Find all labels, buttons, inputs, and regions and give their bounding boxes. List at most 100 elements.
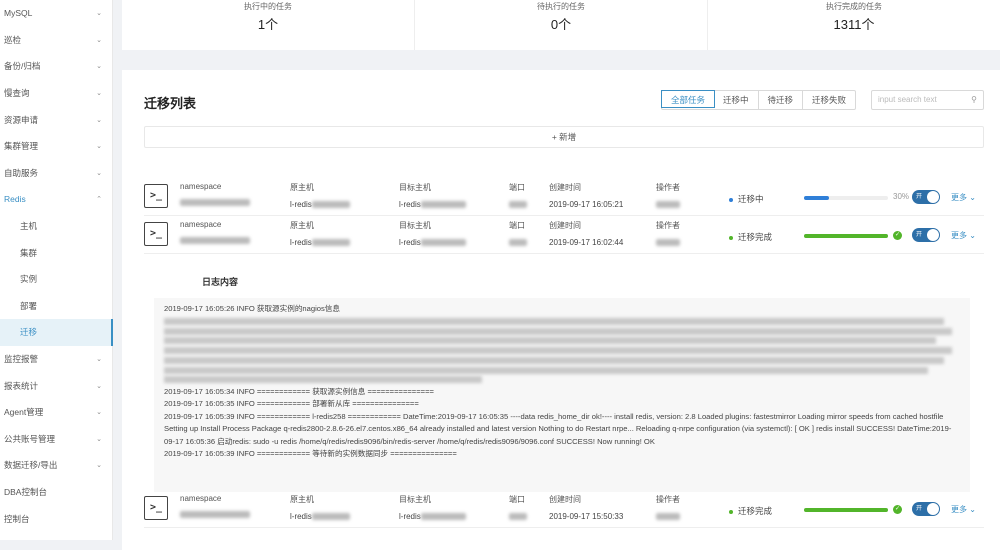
stat-done: 执行完成的任务 1311个	[708, 0, 1000, 50]
sidebar-item-label: 备份/归档	[4, 61, 41, 72]
stat-label: 执行中的任务	[244, 2, 292, 11]
sidebar-item-label: DBA控制台	[4, 486, 47, 497]
blurred-value	[656, 201, 680, 209]
sidebar-item[interactable]: 集群管理 ⌄	[0, 133, 112, 160]
blurred-value	[420, 513, 466, 521]
toggle-switch[interactable]: 开	[912, 228, 940, 242]
more-dropdown[interactable]: 更多 ⌄	[951, 192, 976, 203]
sidebar-item[interactable]: Agent管理 ⌄	[0, 399, 112, 426]
sidebar-item[interactable]: 监控报警 ⌄	[0, 346, 112, 373]
status-dot	[729, 197, 733, 202]
log-line: 2019-09-17 16:05:26 INFO 获取源实例的nagios信息	[164, 304, 340, 313]
sidebar-item[interactable]: 慢查询 ⌄	[0, 80, 112, 107]
stat-pending: 待执行的任务 0个	[415, 0, 708, 50]
sidebar-item[interactable]: DBA控制台	[0, 479, 112, 506]
check-icon: ✓	[893, 505, 902, 514]
blurred-log-line	[164, 347, 953, 355]
chevron-icon: ⌄	[96, 90, 102, 98]
dst-host-col: 目标主机 l-redis	[399, 220, 466, 247]
blurred-value	[180, 237, 250, 245]
status-dot	[729, 235, 733, 240]
created-col: 创建时间 2019-09-17 15:50:33	[549, 494, 623, 521]
sidebar-item-label: 资源申请	[4, 114, 39, 125]
sidebar-item-label: MySQL	[4, 8, 33, 19]
progress-percent: 30%	[893, 192, 910, 201]
add-button[interactable]: + 新增	[144, 126, 984, 148]
sidebar-item[interactable]: 资源申请 ⌄	[0, 106, 112, 133]
more-dropdown[interactable]: 更多 ⌄	[951, 504, 976, 515]
sidebar-item-label: 实例	[20, 274, 38, 285]
more-dropdown[interactable]: 更多 ⌄	[951, 230, 976, 241]
col-label: 操作者	[656, 495, 680, 504]
chevron-icon: ⌄	[96, 356, 102, 364]
sidebar-item[interactable]: MySQL ⌄	[0, 0, 112, 27]
progress-bar	[804, 196, 888, 200]
sidebar-item-label: 公共账号管理	[4, 433, 56, 444]
sidebar-subitem[interactable]: 主机	[0, 213, 112, 240]
sidebar-item-label: 监控报警	[4, 354, 39, 365]
search-placeholder: input search text	[878, 95, 937, 104]
created-time: 2019-09-17 16:05:21	[549, 200, 624, 209]
port-col: 端口	[509, 494, 527, 521]
toggle-switch[interactable]: 开	[912, 502, 940, 516]
tab-migrating[interactable]: 迁移中	[714, 91, 759, 109]
log-line: 2019-09-17 16:05:39 INFO ============ 等待…	[164, 448, 457, 458]
chevron-icon: ⌃	[96, 196, 102, 204]
blurred-log-line	[164, 356, 945, 364]
stat-running: 执行中的任务 1个	[122, 0, 415, 50]
src-host-col: 原主机 l-redis	[290, 220, 350, 247]
sidebar-item[interactable]: 自助服务 ⌄	[0, 160, 112, 187]
progress-bar	[804, 234, 888, 238]
col-label: 原主机	[290, 495, 314, 504]
log-line: 2019-09-17 16:05:34 INFO ============ 获取…	[164, 386, 434, 396]
sidebar-item-label: Redis	[4, 194, 26, 205]
terminal-icon: >_	[144, 184, 168, 208]
stat-value: 1311个	[833, 17, 875, 32]
terminal-icon: >_	[144, 496, 168, 520]
blurred-log-line	[164, 366, 929, 374]
sidebar-item-label: 控制台	[4, 513, 30, 524]
toggle-switch[interactable]: 开	[912, 190, 940, 204]
sidebar-subitem[interactable]: 实例	[0, 266, 112, 293]
check-icon: ✓	[893, 231, 902, 240]
sidebar-item[interactable]: 巡检 ⌄	[0, 27, 112, 54]
log-title: 日志内容	[202, 277, 239, 287]
log-line: 2019-09-17 16:05:39 INFO ============ l-…	[164, 411, 952, 446]
sidebar-subitem[interactable]: 集群	[0, 239, 112, 266]
port-col: 端口	[509, 220, 527, 247]
sidebar-item[interactable]: 数据迁移/导出 ⌄	[0, 452, 112, 479]
blurred-value	[509, 513, 527, 521]
sidebar-item[interactable]: 报表统计 ⌄	[0, 372, 112, 399]
created-time: 2019-09-17 15:50:33	[549, 512, 624, 521]
tab-failed[interactable]: 迁移失败	[803, 91, 855, 109]
sidebar-subitem[interactable]: 迁移	[0, 319, 113, 346]
log-line: 2019-09-17 16:05:35 INFO ============ 部署…	[164, 399, 419, 409]
filter-tabs: 全部任务 迁移中 待迁移 迁移失败	[661, 90, 857, 110]
blurred-value	[420, 239, 466, 247]
col-label: 端口	[509, 183, 525, 192]
sidebar-item[interactable]: 公共账号管理 ⌄	[0, 426, 112, 453]
col-label: 原主机	[290, 221, 314, 230]
table-row[interactable]: >_ namespace 原主机 l-redis 目标主机 l-redis 端口 创…	[144, 490, 984, 528]
search-input[interactable]: input search text ⚲	[871, 90, 984, 110]
terminal-icon: >_	[144, 222, 168, 246]
sidebar-item[interactable]: 控制台	[0, 505, 112, 532]
search-icon[interactable]: ⚲	[971, 95, 977, 105]
blurred-value	[656, 513, 680, 521]
blurred-value	[180, 511, 250, 519]
sidebar-item-label: 集群管理	[4, 141, 39, 152]
chevron-icon: ⌄	[96, 116, 102, 124]
stat-label: 待执行的任务	[537, 2, 585, 11]
sidebar-item[interactable]: 备份/归档 ⌄	[0, 53, 112, 80]
dst-host-col: 目标主机 l-redis	[399, 182, 466, 209]
sidebar-item[interactable]: Redis ⌃	[0, 186, 112, 213]
col-label: namespace	[180, 494, 222, 503]
page-title: 迁移列表	[144, 96, 197, 111]
sidebar-subitem[interactable]: 部署	[0, 293, 112, 320]
tab-all[interactable]: 全部任务	[661, 90, 716, 108]
dst-host: l-redis	[399, 512, 421, 521]
table-row[interactable]: >_ namespace 原主机 l-redis 目标主机 l-redis 端口 创…	[144, 178, 984, 216]
tab-pending[interactable]: 待迁移	[759, 91, 804, 109]
table-row[interactable]: >_ namespace 原主机 l-redis 目标主机 l-redis 端口 创…	[144, 216, 984, 254]
chevron-icon: ⌄	[96, 10, 102, 18]
